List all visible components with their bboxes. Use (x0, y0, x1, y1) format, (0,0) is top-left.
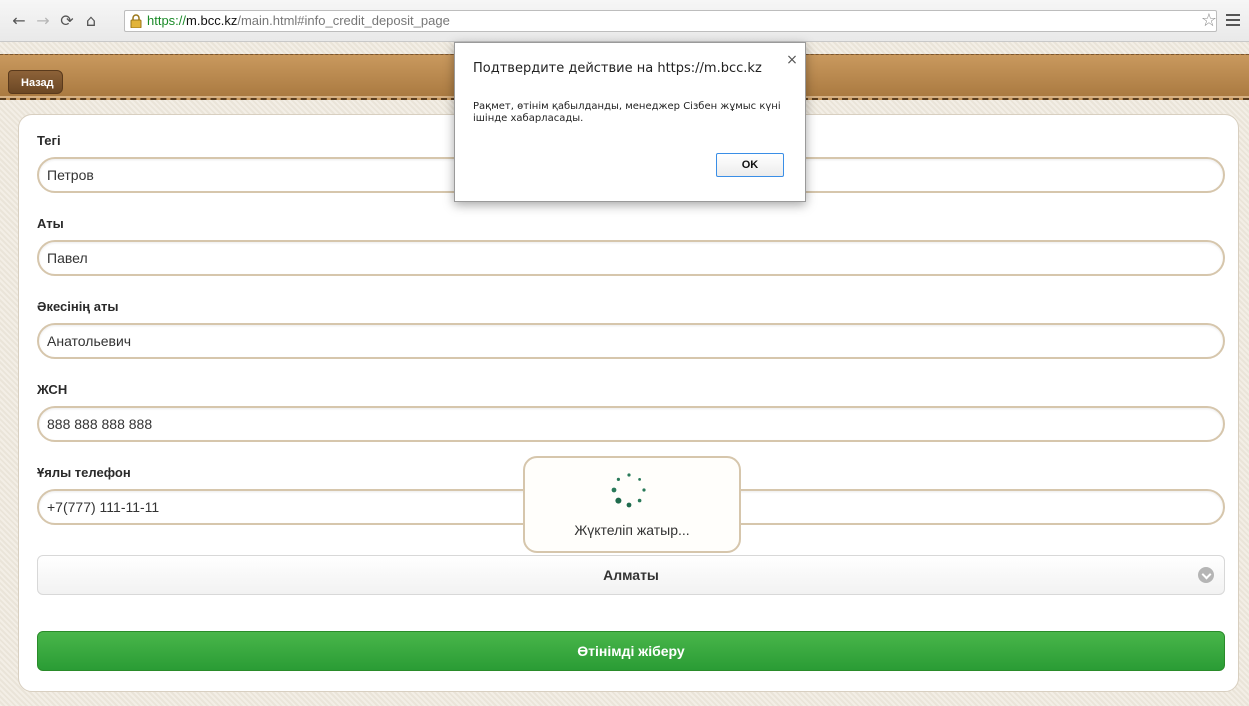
lock-icon (130, 14, 142, 28)
dialog-title: Подтвердите действие на https://m.bcc.kz (473, 61, 762, 76)
menu-icon[interactable] (1226, 14, 1240, 26)
address-bar[interactable]: https://m.bcc.kz/main.html#info_credit_d… (124, 10, 1217, 32)
close-icon[interactable]: × (785, 53, 799, 67)
loading-overlay: Жүктеліп жатыр... (523, 456, 741, 553)
loading-text: Жүктеліп жатыр... (574, 522, 690, 538)
iin-label: ЖСН (37, 382, 68, 397)
url-scheme: https:// (147, 13, 187, 28)
patronymic-input[interactable]: Анатольевич (37, 323, 1225, 359)
ok-button[interactable]: OK (716, 153, 784, 177)
surname-label: Тегі (37, 133, 61, 148)
url-text: https://m.bcc.kz/main.html#info_credit_d… (147, 13, 450, 28)
confirm-dialog: Подтвердите действие на https://m.bcc.kz… (454, 42, 806, 202)
first-name-input[interactable]: Павел (37, 240, 1225, 276)
browser-toolbar: ← → ⟳ ⌂ https://m.bcc.kz/main.html#info_… (0, 0, 1249, 42)
city-select-value: Алматы (603, 567, 659, 583)
back-button[interactable]: Назад (8, 70, 63, 94)
chevron-down-icon (1198, 567, 1214, 583)
city-select[interactable]: Алматы (37, 555, 1225, 595)
first-name-label: Аты (37, 216, 64, 231)
back-arrow-icon[interactable]: ← (8, 12, 30, 30)
submit-application-button[interactable]: Өтінімді жіберу (37, 631, 1225, 671)
reload-icon[interactable]: ⟳ (56, 12, 78, 30)
url-domain: m.bcc.kz (186, 13, 238, 28)
url-path: /main.html#info_credit_deposit_page (237, 13, 450, 28)
patronymic-label: Әкесінің аты (37, 299, 119, 314)
iin-input[interactable]: 888 888 888 888 (37, 406, 1225, 442)
dialog-message: Рақмет, өтінім қабылданды, менеджер Сізб… (473, 101, 781, 124)
bookmark-star-icon[interactable]: ☆ (1198, 10, 1220, 32)
forward-arrow-icon[interactable]: → (32, 12, 54, 30)
home-icon[interactable]: ⌂ (80, 12, 102, 30)
phone-label: Ұялы телефон (37, 465, 131, 480)
spinner-icon (611, 473, 646, 508)
